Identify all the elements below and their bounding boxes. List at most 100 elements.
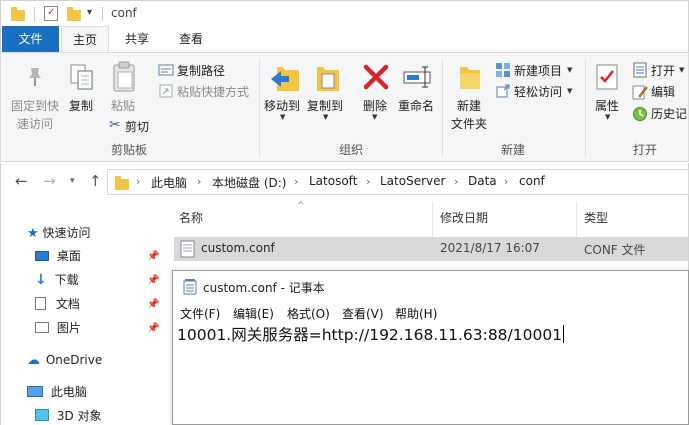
column-divider[interactable] (576, 202, 577, 236)
nav-onedrive-label: OneDrive (45, 353, 103, 367)
rename-label: 重命名 (398, 99, 435, 113)
properties-quick-icon[interactable]: ✓ (44, 6, 58, 21)
pin-icon[interactable]: 📌 (147, 299, 159, 310)
group-divider (442, 59, 443, 157)
nav-quick-access[interactable]: ★ 快速访问 (27, 222, 91, 244)
breadcrumb-this-pc[interactable]: 此电脑 (151, 174, 187, 191)
ribbon-tab-bar: 文件 主页 共享 查看 (0, 26, 689, 52)
chevron-down-icon: ▼ (567, 66, 573, 74)
tab-file[interactable]: 文件 (2, 26, 59, 52)
menu-file[interactable]: 文件(F) (180, 305, 220, 322)
tab-view[interactable]: 查看 (167, 26, 215, 52)
file-type-cell: CONF 文件 (584, 243, 646, 257)
copy-label: 复制 (69, 99, 94, 113)
history-label: 历史记 (651, 107, 688, 121)
address-bar[interactable]: › 此电脑 › 本地磁盘 (D:) › Latosoft › LatoServe… (107, 169, 689, 195)
tab-share[interactable]: 共享 (113, 26, 161, 52)
column-header-modified[interactable]: 修改日期 (440, 209, 488, 226)
chevron-down-icon: ▼ (280, 113, 286, 121)
file-name-cell[interactable]: custom.conf (201, 241, 275, 255)
breadcrumb-latoserver[interactable]: LatoServer (380, 174, 445, 188)
delete-x-icon (363, 64, 389, 90)
move-to-label: 移动到 (264, 99, 301, 113)
column-header-type[interactable]: 类型 (584, 209, 608, 226)
column-divider[interactable] (432, 202, 433, 236)
rename-icon (403, 66, 431, 88)
easy-access-icon (496, 84, 510, 98)
conf-file-icon (180, 240, 195, 258)
nav-this-pc-label: 此电脑 (50, 385, 87, 399)
notepad-menu-bar: 文件(F) 编辑(E) 格式(O) 查看(V) 帮助(H) (173, 301, 688, 323)
cut-label: 剪切 (125, 120, 150, 134)
breadcrumb-separator-icon[interactable]: › (294, 175, 298, 188)
chevron-down-icon: ▼ (323, 113, 329, 121)
back-arrow-icon[interactable]: ← (15, 172, 28, 190)
nav-item-pictures[interactable]: 图片 (35, 317, 81, 339)
group-label-new: 新建 (501, 143, 526, 157)
easy-access-label: 轻松访问 (514, 85, 563, 99)
group-label-clipboard: 剪贴板 (111, 143, 148, 157)
notepad-title: custom.conf - 记事本 (203, 281, 325, 295)
chevron-down-icon: ▼ (372, 113, 378, 121)
group-label-organize: 组织 (339, 143, 364, 157)
notepad-text-area[interactable]: 10001.网关服务器=http://192.168.11.63:88/1000… (177, 323, 565, 345)
menu-view[interactable]: 查看(V) (342, 305, 384, 322)
column-header-name[interactable]: 名称 (179, 209, 203, 226)
document-icon (35, 297, 46, 310)
breadcrumb-local-disk[interactable]: 本地磁盘 (D:) (212, 174, 286, 191)
new-folder-label-2: 文件夹 (451, 117, 488, 131)
new-folder-quick-icon[interactable] (67, 7, 81, 21)
pin-icon (29, 68, 41, 86)
3d-objects-icon (35, 409, 49, 421)
properties-label: 属性 (595, 99, 620, 113)
folder-icon (115, 176, 129, 190)
group-label-open: 打开 (633, 143, 658, 157)
breadcrumb-separator-icon[interactable]: › (197, 175, 201, 188)
pin-icon[interactable]: 📌 (147, 323, 159, 334)
forward-arrow-icon[interactable]: → (43, 172, 56, 190)
copy-path-icon (158, 64, 174, 76)
sort-ascending-icon: ^ (297, 201, 305, 211)
paste-label: 粘贴 (111, 99, 136, 113)
new-item-label: 新建项目 (514, 64, 563, 78)
nav-3d-objects[interactable]: 3D 对象 (35, 405, 102, 425)
nav-item-downloads[interactable]: ↓ 下载 (35, 269, 79, 291)
cloud-icon: ☁ (27, 353, 40, 368)
pin-quick-access-label-2: 速访问 (17, 117, 54, 131)
delete-label: 删除 (363, 99, 388, 113)
tab-home[interactable]: 主页 (61, 26, 109, 52)
breadcrumb-latosoft[interactable]: Latosoft (309, 174, 357, 188)
customize-quick-access-icon[interactable]: ▾ (87, 7, 92, 18)
breadcrumb-separator-icon[interactable]: › (366, 175, 370, 188)
menu-help[interactable]: 帮助(H) (395, 305, 437, 322)
menu-edit[interactable]: 编辑(E) (233, 305, 274, 322)
scissors-icon: ✂ (109, 117, 121, 133)
nav-item-documents[interactable]: 文档 (35, 293, 80, 315)
notepad-title-bar[interactable]: custom.conf - 记事本 (173, 271, 688, 301)
copy-to-icon (317, 67, 339, 91)
pictures-icon (35, 322, 49, 333)
text-cursor (563, 325, 565, 343)
pin-quick-access-label-1: 固定到快 (11, 99, 60, 113)
nav-this-pc[interactable]: 此电脑 (27, 381, 87, 403)
up-arrow-icon[interactable]: ↑ (89, 172, 102, 190)
star-icon: ★ (27, 226, 39, 241)
pin-icon[interactable]: 📌 (147, 251, 159, 262)
breadcrumb-separator-icon[interactable]: › (454, 175, 458, 188)
group-divider (259, 59, 260, 157)
nav-onedrive[interactable]: ☁ OneDrive (27, 349, 102, 371)
recent-locations-chevron-icon[interactable]: ▾ (70, 176, 75, 186)
nav-item-desktop[interactable]: 桌面 (35, 245, 81, 267)
breadcrumb-data[interactable]: Data (468, 174, 497, 188)
breadcrumb-separator-icon[interactable]: › (504, 175, 508, 188)
edit-label: 编辑 (651, 85, 676, 99)
menu-format[interactable]: 格式(O) (287, 305, 330, 322)
chevron-down-icon: ▼ (605, 113, 611, 121)
breadcrumb-conf[interactable]: conf (519, 174, 545, 188)
title-bar: ✓ ▾ conf (0, 0, 689, 26)
navigation-pane: ★ 快速访问 桌面 📌 ↓ 下载 📌 文档 📌 图片 📌 ☁ OneDrive … (0, 201, 168, 425)
notepad-window[interactable]: custom.conf - 记事本 文件(F) 编辑(E) 格式(O) 查看(V… (172, 270, 689, 425)
breadcrumb-separator-icon[interactable]: › (136, 175, 140, 188)
copy-icon (70, 64, 93, 90)
pin-icon[interactable]: 📌 (147, 275, 159, 286)
